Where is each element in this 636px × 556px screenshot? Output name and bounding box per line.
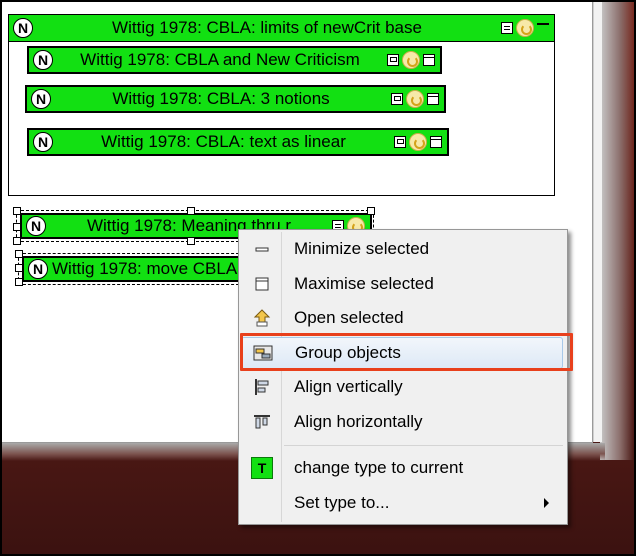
maximise-icon[interactable] [427, 93, 439, 105]
maximise-icon[interactable] [423, 54, 435, 66]
menu-item-label: Align vertically [294, 377, 403, 396]
menu-item-label: change type to current [294, 458, 464, 477]
align-vertical-icon [255, 379, 269, 395]
maximise-icon [255, 277, 269, 291]
resize-handle[interactable] [13, 207, 21, 215]
open-arrow-icon [253, 309, 271, 327]
context-menu: Minimize selected Maximise selected Open… [238, 229, 568, 525]
note-type-n-icon: N [33, 50, 53, 70]
menu-item-align-vertically[interactable]: Align vertically [241, 371, 563, 403]
resize-handle[interactable] [13, 237, 21, 245]
user-face-icon[interactable] [409, 133, 427, 151]
menu-item-label: Set type to... [294, 493, 390, 512]
note-group-icon[interactable] [387, 54, 399, 66]
note-group-icon[interactable] [394, 136, 406, 148]
menu-separator [284, 445, 563, 446]
note-title: Wittig 1978: CBLA and New Criticism [80, 50, 360, 69]
menu-item-label: Maximise selected [294, 274, 434, 293]
note-group-icon[interactable] [391, 93, 403, 105]
note-text-icon[interactable] [501, 22, 513, 34]
note-type-n-icon: N [31, 89, 51, 109]
container-note-title: Wittig 1978: CBLA: limits of newCrit bas… [112, 18, 422, 37]
resize-handle[interactable] [15, 250, 23, 258]
note-title: Wittig 1978: CBLA: 3 notions [112, 89, 330, 108]
resize-handle[interactable] [367, 207, 375, 215]
menu-item-align-horizontally[interactable]: Align horizontally [241, 406, 563, 438]
type-t-icon: T [251, 457, 273, 479]
note-cbla-new-criticism[interactable]: N Wittig 1978: CBLA and New Criticism [27, 46, 442, 74]
minimize-icon[interactable] [537, 23, 549, 25]
window-shadow-right [600, 0, 634, 460]
container-note-header[interactable]: N Wittig 1978: CBLA: limits of newCrit b… [8, 14, 555, 42]
vertical-scrollbar[interactable] [593, 2, 602, 442]
note-cbla-text-as-linear[interactable]: N Wittig 1978: CBLA: text as linear [27, 128, 449, 156]
maximise-icon[interactable] [430, 136, 442, 148]
resize-handle[interactable] [187, 207, 195, 215]
user-face-icon[interactable] [516, 19, 534, 37]
minimize-icon [255, 247, 269, 252]
menu-item-set-type-to[interactable]: Set type to... [241, 487, 563, 519]
highlight-annotation-outline [240, 333, 573, 371]
menu-item-change-type-to-current[interactable]: T change type to current [241, 452, 563, 484]
menu-item-open-selected[interactable]: Open selected [241, 302, 563, 334]
note-title: Wittig 1978: CBLA: text as linear [101, 132, 346, 151]
menu-item-minimize-selected[interactable]: Minimize selected [241, 233, 563, 265]
align-horizontal-icon [254, 415, 270, 429]
menu-item-label: Open selected [294, 308, 404, 327]
submenu-arrow-icon [544, 498, 549, 508]
user-face-icon[interactable] [402, 51, 420, 69]
resize-handle[interactable] [15, 264, 23, 272]
user-face-icon[interactable] [406, 90, 424, 108]
menu-item-label: Minimize selected [294, 239, 430, 258]
resize-handle[interactable] [13, 223, 21, 231]
resize-handle[interactable] [187, 237, 195, 245]
selection-outline [18, 253, 244, 285]
menu-item-label: Align horizontally [294, 412, 423, 431]
container-note[interactable]: N Wittig 1978: CBLA: limits of newCrit b… [8, 14, 555, 196]
note-type-n-icon: N [33, 132, 53, 152]
menu-item-maximise-selected[interactable]: Maximise selected [241, 268, 563, 300]
resize-handle[interactable] [15, 278, 23, 286]
note-cbla-3-notions[interactable]: N Wittig 1978: CBLA: 3 notions [25, 85, 446, 113]
note-type-n-icon: N [13, 18, 33, 38]
